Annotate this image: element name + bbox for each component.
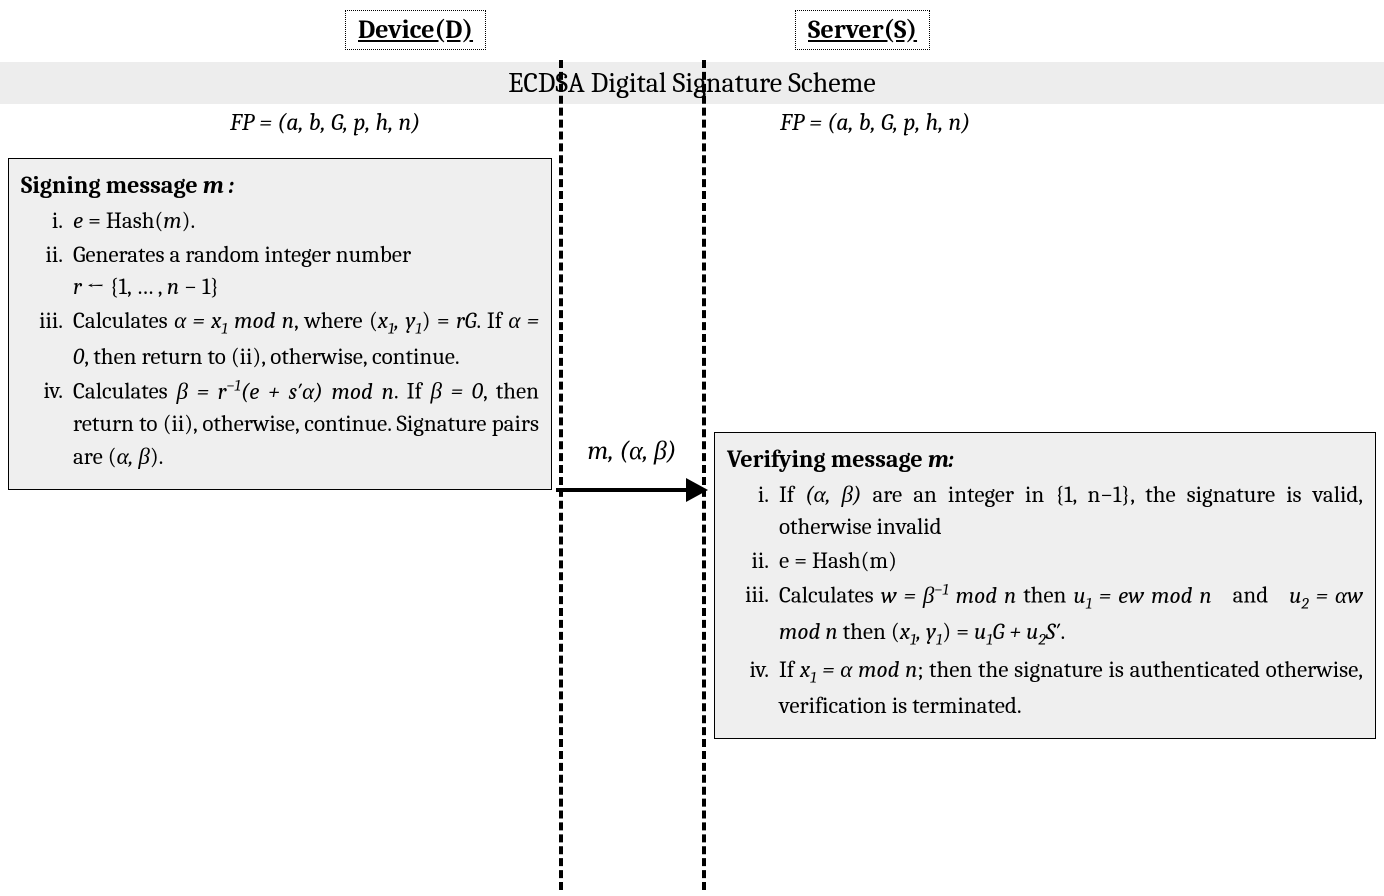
device-header: Device(D) bbox=[345, 10, 486, 50]
message-arrow bbox=[556, 480, 710, 500]
signing-box: Signing message m : i. e = Hash(m). ii. Gen… bbox=[8, 158, 552, 490]
verifying-step-number: iv. bbox=[727, 654, 769, 686]
signing-step-body: e = Hash(m). bbox=[73, 207, 195, 234]
verifying-title: Verifying message m: bbox=[727, 443, 1363, 477]
server-lifeline bbox=[702, 60, 706, 890]
server-header: Server(S) bbox=[795, 10, 930, 50]
verifying-step-body: Calculates w = β−1 mod n then u1 = ew mo… bbox=[779, 582, 1363, 645]
verifying-step: iii. Calculates w = β−1 mod n then u1 = e… bbox=[727, 579, 1363, 652]
verifying-step: iv. If x1 = α mod n; then the signature i… bbox=[727, 654, 1363, 722]
arrow-head-icon bbox=[686, 478, 708, 502]
signing-steps: i. e = Hash(m). ii. Generates a random inte… bbox=[21, 205, 539, 473]
signing-step-body: Generates a random integer numberr ← {1,… bbox=[73, 241, 411, 300]
arrow-line bbox=[556, 488, 690, 492]
verifying-step-number: iii. bbox=[727, 579, 769, 611]
verifying-step-body: e = Hash(m) bbox=[779, 547, 897, 574]
verifying-step-number: i. bbox=[727, 479, 769, 511]
signing-step-body: Calculates α = x1 mod n, where (x1, y1) … bbox=[73, 307, 539, 370]
fp-device: FP = (a, b, G, p, h, n) bbox=[230, 108, 420, 136]
verifying-box: Verifying message m: i. If (α, β) are an … bbox=[714, 432, 1376, 739]
signing-step: iv. Calculates β = r−1(e + s′α) mod n. If… bbox=[21, 375, 539, 472]
signing-step-number: i. bbox=[21, 205, 63, 237]
signing-step-number: iii. bbox=[21, 305, 63, 337]
fp-row: FP = (a, b, G, p, h, n) FP = (a, b, G, p… bbox=[0, 108, 1384, 148]
verifying-step-body: If x1 = α mod n; then the signature is a… bbox=[779, 656, 1363, 719]
signing-step-number: iv. bbox=[21, 375, 63, 407]
signing-step-body: Calculates β = r−1(e + s′α) mod n. If β … bbox=[73, 378, 539, 469]
signing-step-number: ii. bbox=[21, 239, 63, 271]
verifying-step-number: ii. bbox=[727, 545, 769, 577]
signing-step: i. e = Hash(m). bbox=[21, 205, 539, 237]
signing-step: iii. Calculates α = x1 mod n, where (x1, … bbox=[21, 305, 539, 373]
message-label: m, (α, β) bbox=[568, 436, 696, 466]
signing-step: ii. Generates a random integer numberr ← … bbox=[21, 239, 539, 303]
verifying-step: ii. e = Hash(m) bbox=[727, 545, 1363, 577]
signing-title: Signing message m : bbox=[21, 169, 539, 203]
verifying-step-body: If (α, β) are an integer in {1, n−1}, th… bbox=[779, 481, 1363, 540]
fp-server: FP = (a, b, G, p, h, n) bbox=[780, 108, 970, 136]
header-row: Device(D) Server(S) bbox=[0, 10, 1384, 60]
device-lifeline bbox=[559, 60, 563, 890]
verifying-steps: i. If (α, β) are an integer in {1, n−1}, … bbox=[727, 479, 1363, 723]
title-bar: ECDSA Digital Signature Scheme bbox=[0, 62, 1384, 104]
verifying-step: i. If (α, β) are an integer in {1, n−1}, … bbox=[727, 479, 1363, 543]
